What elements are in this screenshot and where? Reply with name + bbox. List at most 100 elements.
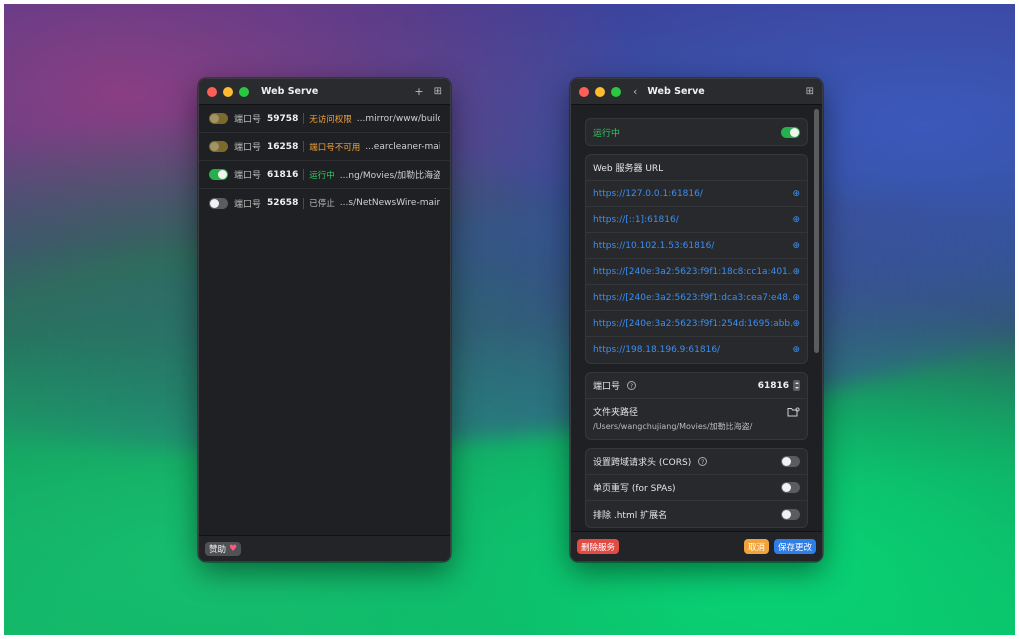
minimize-button[interactable] [223, 86, 233, 97]
port-label: 端口号 [234, 143, 262, 153]
grid-icon[interactable]: ⊞ [434, 86, 442, 97]
option-row-html-ext: 排除 .html 扩展名 [586, 501, 807, 527]
running-status-label: 运行中 [593, 128, 621, 139]
globe-icon[interactable]: ⊕ [792, 293, 800, 303]
options-card: 设置跨域请求头 (CORS) ? 单页重写 (for SPAs) 排除 .htm… [585, 448, 808, 528]
cors-toggle[interactable] [781, 456, 800, 467]
folder-path: ...earcleaner-main/ [365, 141, 440, 152]
delete-service-button[interactable]: 删除服务 [577, 539, 620, 554]
close-button[interactable] [207, 86, 217, 97]
globe-icon[interactable]: ⊕ [792, 241, 800, 251]
window-title: Web Serve [261, 86, 319, 97]
folder-row: 文件夹路径 /Users/wangchujiang/Movies/加勒比海盗/ [586, 399, 807, 439]
server-toggle[interactable] [209, 197, 228, 209]
traffic-lights [579, 86, 621, 97]
window-footer: 赞助 ♥ [199, 535, 450, 561]
folder-path: /Users/wangchujiang/Movies/加勒比海盗/ [593, 422, 753, 431]
url-row: https://127.0.0.1:61816/ ⊕ [586, 181, 807, 207]
globe-icon[interactable]: ⊕ [792, 345, 800, 355]
port-input[interactable]: 61816 [758, 381, 789, 391]
cancel-button[interactable]: 取消 [743, 539, 769, 554]
url-link[interactable]: https://198.18.196.9:61816/ [593, 345, 792, 355]
folder-path: ...s/NetNewsWire-main/ [339, 198, 440, 208]
port-label: 端口号 [234, 199, 262, 210]
server-toggle[interactable] [209, 141, 228, 152]
option-row-spa: 单页重写 (for SPAs) [586, 475, 807, 501]
server-detail-window: ‹ Web Serve ⊞ 运行中 Web 服务器 URL https://12… [570, 78, 823, 562]
donate-label: 赞助 [209, 544, 227, 555]
server-row[interactable]: 端口号 52658 已停止 ...s/NetNewsWire-main/ [199, 189, 450, 217]
grid-icon[interactable]: ⊞ [806, 86, 814, 97]
help-icon[interactable]: ? [698, 457, 708, 466]
status-card: 运行中 [585, 118, 808, 146]
close-button[interactable] [579, 86, 589, 97]
spa-toggle[interactable] [781, 482, 800, 493]
detail-content: 运行中 Web 服务器 URL https://127.0.0.1:61816/… [571, 105, 822, 531]
chevron-left-icon[interactable]: ‹ [633, 86, 637, 97]
save-button[interactable]: 保存更改 [773, 539, 816, 554]
folder-path: ...mirror/www/build/ [356, 113, 440, 124]
port-stepper[interactable] [793, 380, 800, 391]
folder-label: 文件夹路径 [593, 408, 639, 418]
url-link[interactable]: https://[::1]:61816/ [593, 215, 792, 225]
url-link[interactable]: https://[240e:3a2:5623:f9f1:dca3:cea7:e4… [593, 293, 792, 303]
url-row: https://[240e:3a2:5623:f9f1:254d:1695:ab… [586, 311, 807, 337]
window-footer: 删除服务 取消 保存更改 [571, 531, 822, 561]
donate-button[interactable]: 赞助 ♥ [205, 541, 242, 556]
url-link[interactable]: https://[240e:3a2:5623:f9f1:254d:1695:ab… [593, 319, 792, 329]
titlebar: ‹ Web Serve ⊞ [571, 79, 822, 105]
zoom-button[interactable] [611, 86, 621, 97]
port-label: 端口号 [593, 382, 621, 392]
divider [303, 141, 305, 152]
server-list: 端口号 59758 无访问权限 ...mirror/www/build/ 端口号… [199, 105, 450, 217]
titlebar: Web Serve + ⊞ [199, 79, 450, 105]
heart-icon: ♥ [229, 543, 238, 554]
port-label: 端口号 [234, 171, 262, 181]
server-row[interactable]: 端口号 61816 运行中 ...ng/Movies/加勒比海盗/ [199, 161, 450, 189]
url-link[interactable]: https://127.0.0.1:61816/ [593, 189, 792, 199]
window-title: Web Serve [647, 86, 705, 97]
server-toggle[interactable] [209, 169, 228, 180]
status-text: 运行中 [309, 170, 335, 181]
option-label: 单页重写 (for SPAs) [593, 484, 676, 494]
status-text: 端口号不可用 [309, 142, 361, 153]
running-toggle[interactable] [781, 126, 800, 138]
url-row: https://[::1]:61816/ ⊕ [586, 207, 807, 233]
globe-icon[interactable]: ⊕ [792, 189, 800, 199]
urls-header-label: Web 服务器 URL [593, 164, 664, 174]
port-number: 52658 [267, 198, 299, 208]
globe-icon[interactable]: ⊕ [792, 215, 800, 225]
port-number: 16258 [267, 141, 299, 152]
urls-card: Web 服务器 URL https://127.0.0.1:61816/ ⊕ h… [585, 154, 808, 364]
option-row-cors: 设置跨域请求头 (CORS) ? [586, 449, 807, 475]
traffic-lights [207, 86, 249, 97]
desktop-wallpaper [4, 4, 1015, 635]
server-list-window: Web Serve + ⊞ 端口号 59758 无访问权限 ...mirror/… [198, 78, 451, 562]
folder-path: ...ng/Movies/加勒比海盗/ [339, 171, 440, 181]
server-row[interactable]: 端口号 16258 端口号不可用 ...earcleaner-main/ [199, 133, 450, 161]
help-icon[interactable]: ? [627, 381, 637, 390]
status-row: 运行中 [586, 119, 807, 145]
port-label: 端口号 [234, 115, 262, 125]
server-row[interactable]: 端口号 59758 无访问权限 ...mirror/www/build/ [199, 105, 450, 133]
globe-icon[interactable]: ⊕ [792, 319, 800, 329]
wallpaper-swoosh [4, 151, 1015, 497]
plus-icon[interactable]: + [414, 86, 423, 97]
globe-icon[interactable]: ⊕ [792, 267, 800, 277]
port-number: 61816 [267, 169, 299, 180]
option-label: 排除 .html 扩展名 [593, 510, 668, 521]
html-ext-toggle[interactable] [781, 508, 800, 520]
minimize-button[interactable] [595, 86, 605, 97]
url-link[interactable]: https://[240e:3a2:5623:f9f1:18c8:cc1a:40… [593, 267, 792, 277]
url-row: https://10.102.1.53:61816/ ⊕ [586, 233, 807, 259]
server-toggle[interactable] [209, 113, 228, 124]
zoom-button[interactable] [239, 86, 249, 97]
option-label: 设置跨域请求头 (CORS) [593, 458, 692, 468]
divider [303, 197, 305, 209]
divider [303, 113, 305, 124]
folder-icon[interactable] [787, 406, 800, 417]
scrollbar[interactable] [814, 109, 819, 353]
url-link[interactable]: https://10.102.1.53:61816/ [593, 241, 792, 251]
url-row: https://198.18.196.9:61816/ ⊕ [586, 337, 807, 363]
divider [303, 169, 305, 180]
